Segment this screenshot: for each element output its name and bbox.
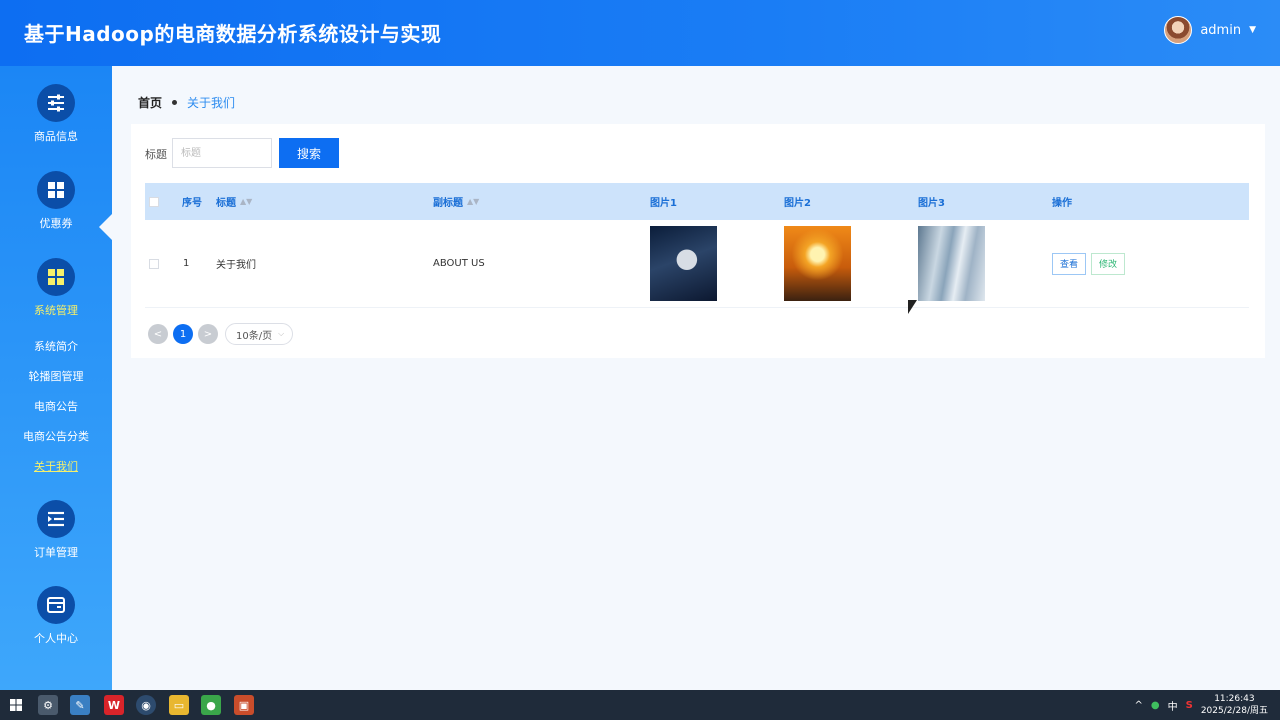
- sliders-icon: [37, 84, 75, 122]
- content-panel: 标题 搜索 序号 标题 ▲▼ 副标题 ▲▼ 图片1 图片2 图片3 操作 1 关于我…: [131, 124, 1265, 358]
- grid-icon: [37, 258, 75, 296]
- os-taskbar: ⚙ ✎ W ◉ ▭ ● ▣ ^ ● 中 S 11:26:43 2025/2/28…: [0, 690, 1280, 720]
- sidebar-item-label: 商品信息: [34, 130, 78, 143]
- user-menu[interactable]: admin ▼: [1164, 16, 1256, 44]
- clock[interactable]: 11:26:43 2025/2/28/周五: [1201, 693, 1268, 717]
- sidebar-item-coupon[interactable]: 优惠券: [0, 171, 112, 231]
- sidebar-item-label: 系统管理: [34, 304, 78, 317]
- col-title-label: 标题: [216, 198, 236, 209]
- col-img3: 图片3: [918, 198, 945, 209]
- sidebar-item-goods[interactable]: 商品信息: [0, 84, 112, 144]
- sidebar-subitem-about[interactable]: 关于我们: [0, 458, 112, 474]
- thumbnail-image-3[interactable]: [918, 226, 985, 301]
- breadcrumb: 首页 关于我们: [138, 94, 235, 111]
- col-img1: 图片1: [650, 198, 677, 209]
- user-name[interactable]: admin: [1200, 23, 1241, 38]
- sidebar-item-system[interactable]: 系统管理: [0, 258, 112, 318]
- search-label: 标题: [145, 148, 167, 161]
- file-explorer-icon[interactable]: ▭: [169, 695, 189, 715]
- sidebar: 商品信息 优惠券 系统管理 系统简介 轮播图管理 电商公告 电商公告分类 关于我…: [0, 66, 112, 690]
- breadcrumb-current: 关于我们: [187, 96, 236, 110]
- chevron-up-icon[interactable]: ^: [1134, 700, 1142, 711]
- list-indent-icon: [37, 500, 75, 538]
- cell-subtitle: ABOUT US: [433, 258, 485, 269]
- table-header: 序号 标题 ▲▼ 副标题 ▲▼ 图片1 图片2 图片3 操作: [145, 183, 1249, 220]
- col-ops: 操作: [1052, 198, 1072, 209]
- sidebar-subitem-intro[interactable]: 系统简介: [0, 338, 112, 354]
- sidebar-subitem-notice-category[interactable]: 电商公告分类: [0, 428, 112, 444]
- sidebar-item-orders[interactable]: 订单管理: [0, 500, 112, 560]
- wechat-app-icon[interactable]: ●: [201, 695, 221, 715]
- clock-date: 2025/2/28/周五: [1200, 706, 1268, 716]
- col-subtitle-label: 副标题: [433, 198, 463, 209]
- col-subtitle[interactable]: 副标题 ▲▼: [433, 183, 479, 220]
- presentation-app-icon[interactable]: ▣: [234, 695, 254, 715]
- next-page-button[interactable]: >: [198, 324, 218, 344]
- page-size-value: 10条/页: [236, 330, 273, 342]
- active-indicator: [99, 213, 113, 241]
- sidebar-item-label: 订单管理: [34, 546, 78, 559]
- chrome-app-icon[interactable]: ◉: [136, 695, 156, 715]
- breadcrumb-home[interactable]: 首页: [138, 94, 162, 111]
- caret-down-icon[interactable]: ▼: [1249, 25, 1256, 35]
- view-button[interactable]: 查看: [1052, 252, 1087, 275]
- settings-app-icon[interactable]: ⚙: [38, 695, 58, 715]
- sidebar-subitem-carousel[interactable]: 轮播图管理: [0, 368, 112, 384]
- mouse-cursor-icon: [908, 300, 917, 314]
- thumbnail-image-2[interactable]: [784, 226, 851, 301]
- row-checkbox[interactable]: [149, 258, 159, 269]
- clock-time: 11:26:43: [1214, 694, 1255, 704]
- ime-indicator[interactable]: 中: [1168, 698, 1178, 713]
- page-size-select[interactable]: 10条/页 ⌵: [225, 323, 294, 345]
- search-button[interactable]: 搜索: [279, 138, 339, 168]
- breadcrumb-separator: [172, 100, 178, 105]
- windows-start-icon[interactable]: [6, 695, 26, 715]
- search-input[interactable]: [172, 138, 272, 168]
- page-number[interactable]: 1: [173, 324, 193, 344]
- system-tray: ^ ● 中 S 11:26:43 2025/2/28/周五: [1134, 690, 1268, 720]
- table-row: 1 关于我们 ABOUT US 查看 修改: [145, 220, 1249, 308]
- cell-title: 关于我们: [216, 260, 256, 271]
- col-img2: 图片2: [784, 198, 811, 209]
- wechat-tray-icon[interactable]: ●: [1151, 700, 1160, 711]
- sort-icon[interactable]: ▲▼: [240, 197, 252, 206]
- pagination: < 1 > 10条/页 ⌵: [148, 323, 294, 345]
- cell-index: 1: [183, 258, 190, 269]
- wps-app-icon[interactable]: W: [104, 695, 124, 715]
- col-title[interactable]: 标题 ▲▼: [216, 183, 252, 220]
- prev-page-button[interactable]: <: [148, 324, 168, 344]
- avatar[interactable]: [1164, 16, 1193, 44]
- top-header: 基于Hadoop的电商数据分析系统设计与实现 admin ▼: [0, 0, 1280, 66]
- notes-app-icon[interactable]: ✎: [70, 695, 90, 715]
- thumbnail-image-1[interactable]: [650, 226, 717, 301]
- sogou-tray-icon[interactable]: S: [1186, 700, 1193, 711]
- grid-icon: [37, 171, 75, 209]
- sort-icon[interactable]: ▲▼: [467, 197, 479, 206]
- edit-button[interactable]: 修改: [1091, 252, 1126, 275]
- sidebar-item-label: 优惠券: [39, 217, 73, 230]
- sidebar-item-profile[interactable]: 个人中心: [0, 586, 112, 646]
- chevron-down-icon: ⌵: [278, 329, 285, 338]
- wallet-icon: [37, 586, 75, 624]
- col-index: 序号: [182, 198, 202, 209]
- data-table: 序号 标题 ▲▼ 副标题 ▲▼ 图片1 图片2 图片3 操作 1 关于我们 ABOU…: [145, 183, 1249, 308]
- sidebar-item-label: 个人中心: [34, 632, 78, 645]
- select-all-checkbox[interactable]: [149, 196, 159, 207]
- sidebar-subitem-notice[interactable]: 电商公告: [0, 398, 112, 414]
- app-title: 基于Hadoop的电商数据分析系统设计与实现: [24, 22, 442, 46]
